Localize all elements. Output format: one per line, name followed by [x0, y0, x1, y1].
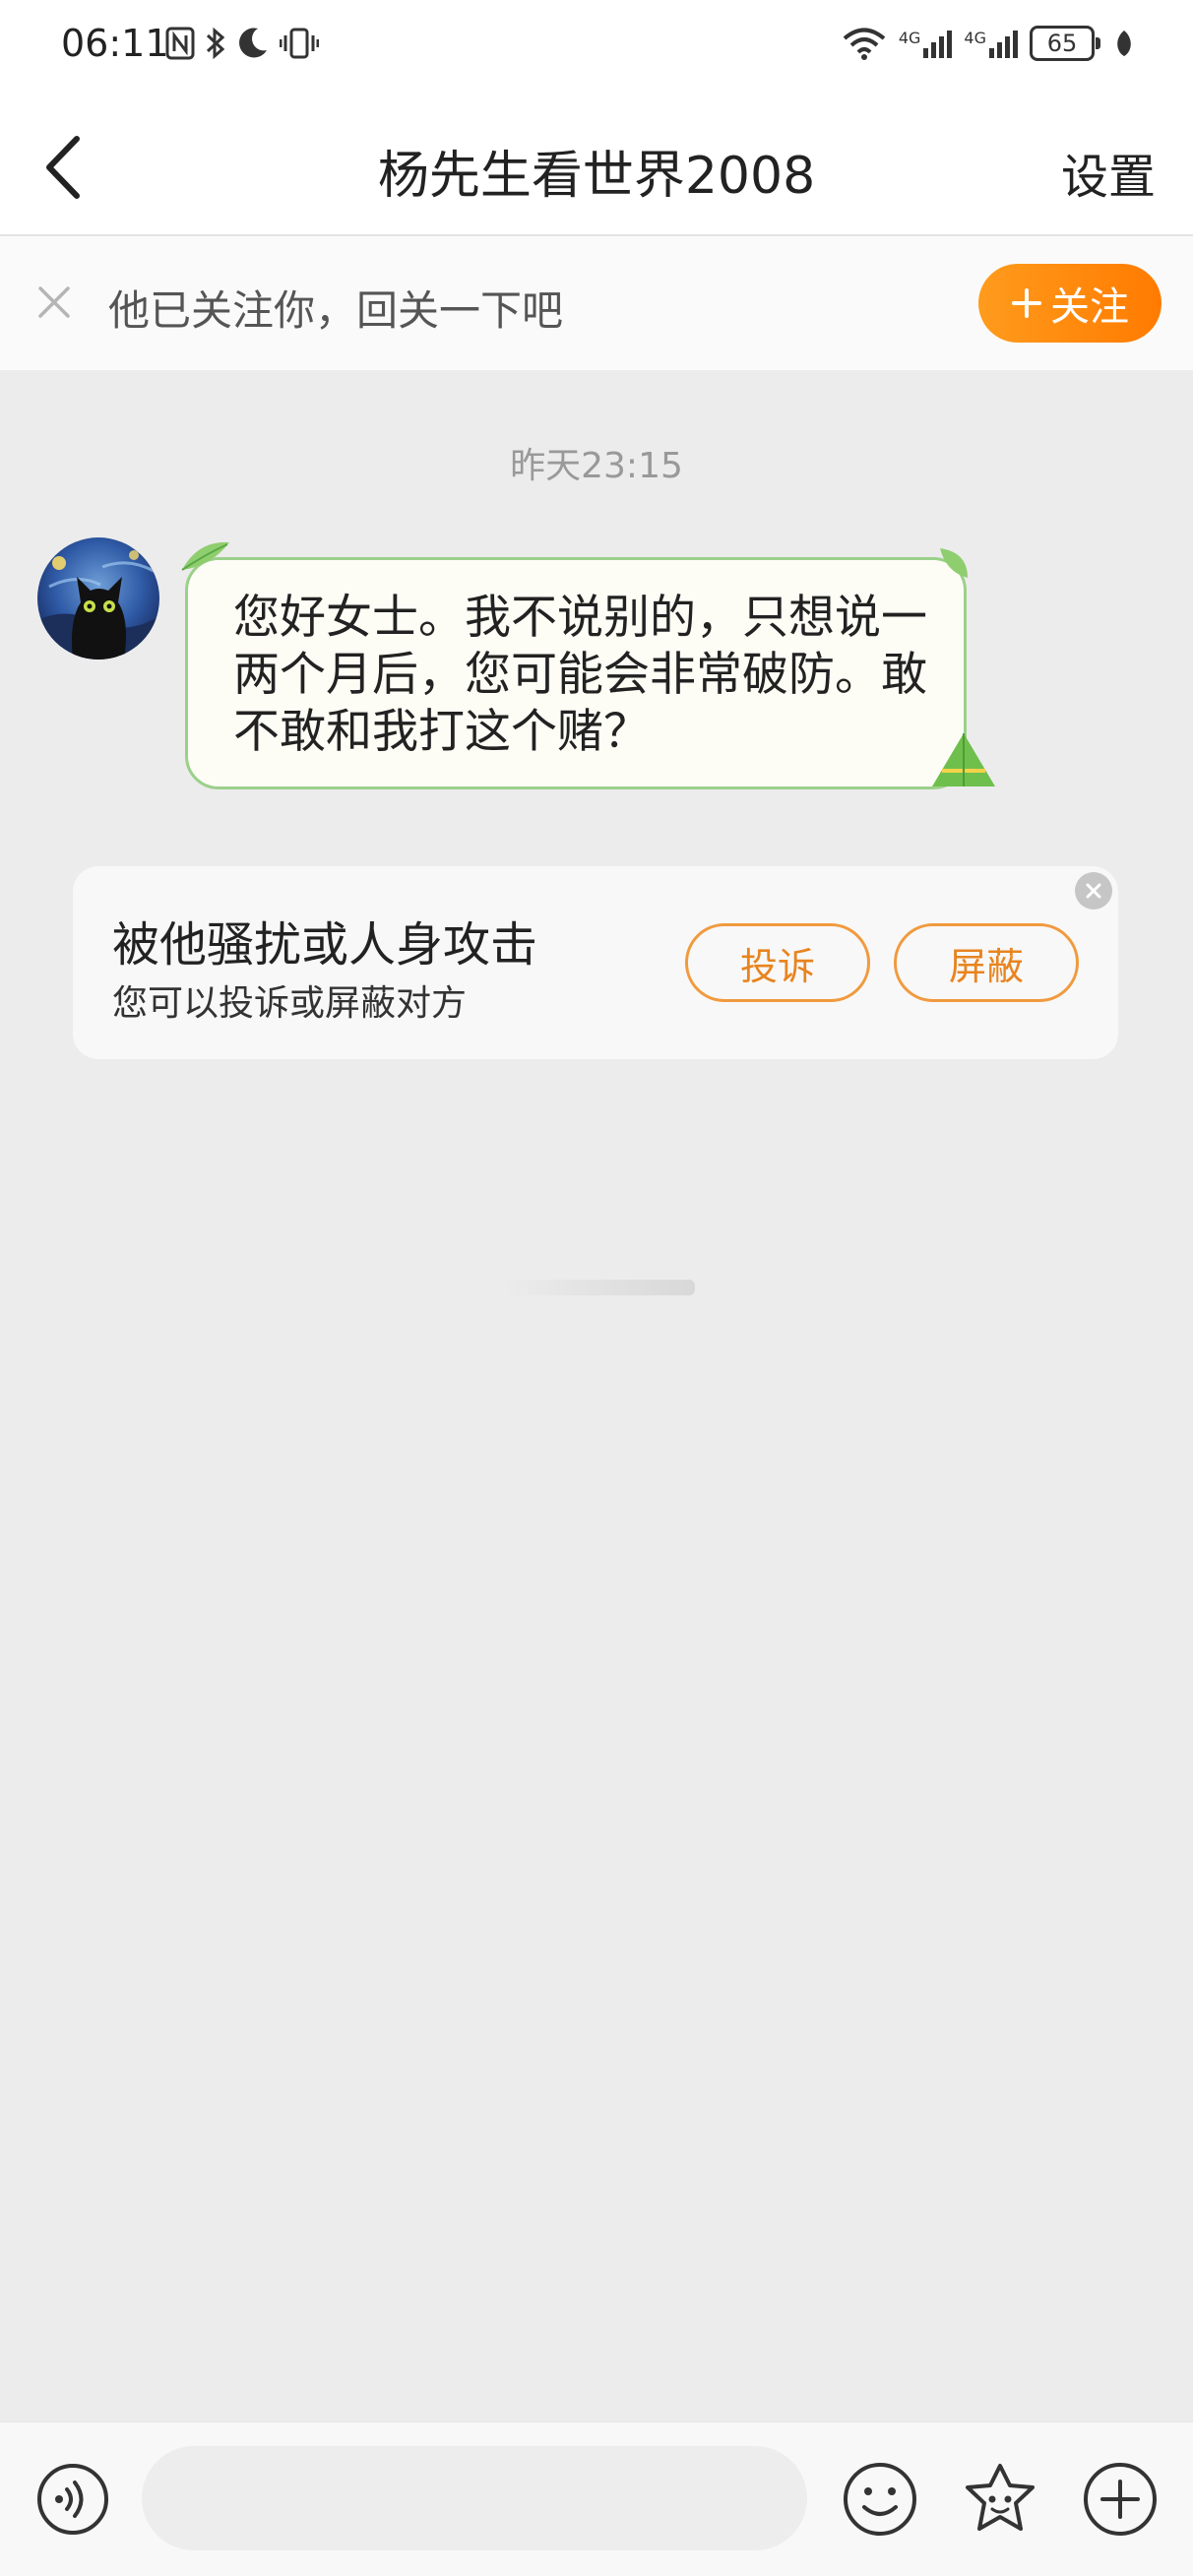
- card-close-button[interactable]: [1075, 872, 1112, 910]
- page-title: 杨先生看世界2008: [377, 147, 816, 206]
- banner-text: 他已关注你，回关一下吧: [108, 286, 564, 335]
- harassment-safety-card: 被他骚扰或人身攻击 您可以投诉或屏蔽对方 投诉 屏蔽: [73, 866, 1118, 1059]
- status-time: 06:11: [61, 22, 169, 65]
- input-bar: [0, 2421, 1193, 2576]
- card-subtitle: 您可以投诉或屏蔽对方: [112, 983, 468, 1024]
- status-bar: 06:11 4G 4G 65: [0, 0, 1193, 98]
- message-text: 您好女士。我不说别的，只想说一两个月后，您可能会非常破防。敢不敢和我打这个赌？: [233, 591, 927, 759]
- avatar[interactable]: [37, 537, 159, 660]
- settings-button[interactable]: 设置: [1061, 138, 1156, 207]
- leaf-decoration-icon: [940, 548, 968, 578]
- voice-button[interactable]: [35, 2462, 110, 2537]
- banner-close-button[interactable]: [30, 278, 79, 327]
- message-bubble[interactable]: 您好女士。我不说别的，只想说一两个月后，您可能会非常破防。敢不敢和我打这个赌？: [181, 541, 995, 789]
- follow-banner: 他已关注你，回关一下吧 关注: [0, 236, 1193, 370]
- sticker-button[interactable]: [961, 2460, 1039, 2539]
- more-button[interactable]: [1081, 2460, 1160, 2539]
- sticker-icon: [966, 2464, 1035, 2531]
- close-icon: [38, 286, 70, 318]
- close-icon: [1086, 883, 1101, 899]
- status-icons-left: [165, 26, 319, 61]
- network-label-2: 4G: [964, 29, 986, 47]
- status-icons-right: 4G 4G 65: [842, 26, 1134, 61]
- vibrate-icon: [280, 28, 319, 59]
- card-title: 被他骚扰或人身攻击: [112, 917, 538, 973]
- nfc-icon: [165, 27, 195, 60]
- signal-1: 4G: [899, 29, 953, 58]
- signal-icon: [923, 31, 953, 58]
- moon-icon: [239, 28, 267, 58]
- follow-button-label: 关注: [1050, 284, 1129, 330]
- emoji-icon: [844, 2463, 916, 2536]
- plus-circle-icon: [1084, 2463, 1157, 2536]
- signal-2: 4G: [964, 29, 1018, 58]
- leaf-icon: [1117, 31, 1131, 56]
- nav-bar: 杨先生看世界2008 设置: [0, 98, 1193, 236]
- wifi-icon: [843, 28, 886, 60]
- plus-icon: [1012, 288, 1041, 318]
- voice-icon: [37, 2464, 108, 2535]
- report-button[interactable]: 投诉: [685, 923, 870, 1002]
- network-label-1: 4G: [898, 29, 921, 47]
- message-input[interactable]: [142, 2446, 807, 2550]
- bluetooth-icon: [206, 27, 225, 60]
- loading-placeholder: [502, 1280, 695, 1295]
- battery-indicator: 65: [1030, 26, 1100, 61]
- leaf-decoration-icon: [181, 541, 229, 571]
- black-cat-avatar-icon: [37, 537, 159, 660]
- message-timestamp: 昨天23:15: [510, 446, 683, 486]
- follow-button[interactable]: 关注: [978, 264, 1162, 343]
- block-button[interactable]: 屏蔽: [894, 923, 1079, 1002]
- signal-icon: [989, 31, 1018, 58]
- emoji-button[interactable]: [841, 2460, 919, 2539]
